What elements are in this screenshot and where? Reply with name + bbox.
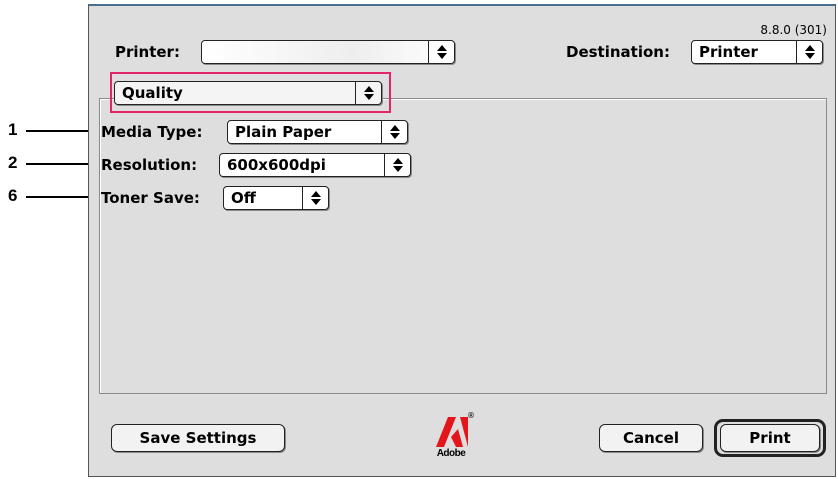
callout-number-6: 6 (8, 186, 18, 205)
chevron-updown-icon (381, 121, 407, 143)
save-settings-button[interactable]: Save Settings (111, 424, 285, 452)
media-type-value: Plain Paper (235, 123, 332, 141)
printer-label: Printer: (115, 43, 180, 61)
toner-save-popup[interactable]: Off (223, 186, 329, 210)
printer-popup[interactable] (201, 40, 455, 64)
panel-selector-value: Quality (122, 84, 183, 102)
chevron-updown-icon (796, 41, 822, 63)
media-type-popup[interactable]: Plain Paper (227, 120, 408, 144)
panel-selector-popup[interactable]: Quality (114, 81, 382, 105)
print-button[interactable]: Print (720, 424, 820, 452)
resolution-label: Resolution: (101, 156, 198, 174)
settings-group-box (99, 98, 827, 394)
media-type-label: Media Type: (101, 123, 203, 141)
chevron-updown-icon (384, 154, 410, 176)
destination-label: Destination: (566, 43, 670, 61)
chevron-updown-icon (302, 187, 328, 209)
toner-save-value: Off (231, 189, 256, 207)
adobe-logo-text: Adobe (436, 448, 466, 459)
destination-popup-value: Printer (699, 43, 758, 61)
callout-number-2: 2 (8, 153, 18, 172)
resolution-value: 600x600dpi (227, 156, 326, 174)
resolution-popup[interactable]: 600x600dpi (219, 153, 411, 177)
toner-save-label: Toner Save: (101, 189, 200, 207)
version-label: 8.8.0 (301) (760, 23, 827, 37)
chevron-updown-icon (355, 82, 381, 104)
adobe-logo-icon (436, 417, 468, 447)
cancel-button[interactable]: Cancel (599, 424, 703, 452)
adobe-logo: ® Adobe (434, 411, 475, 465)
print-dialog: 8.8.0 (301) Printer: Destination: Printe… (88, 4, 836, 477)
callout-number-1: 1 (8, 120, 18, 139)
destination-popup[interactable]: Printer (691, 40, 823, 64)
chevron-updown-icon (428, 41, 454, 63)
